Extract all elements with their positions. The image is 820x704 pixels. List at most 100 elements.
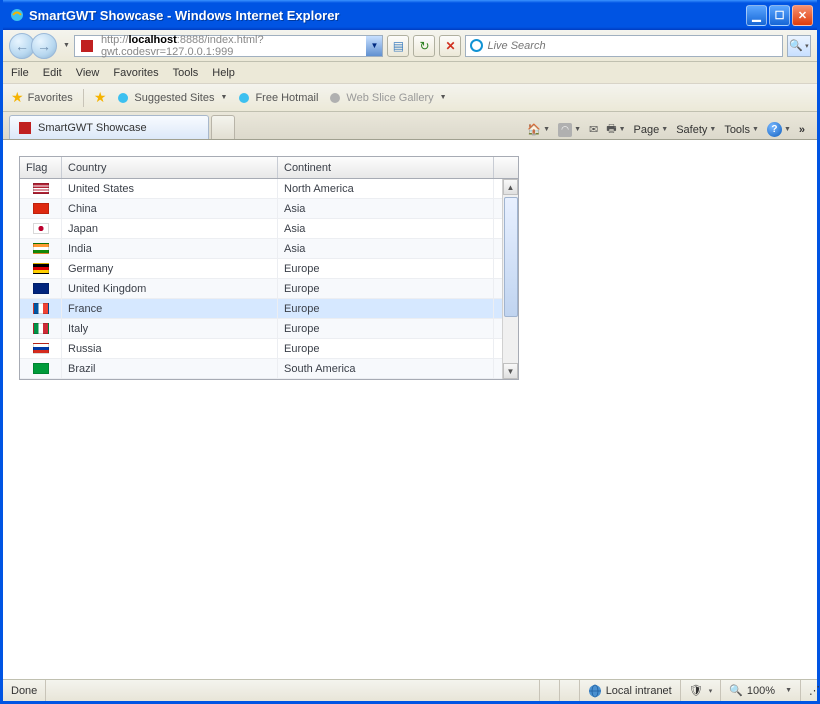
stop-button[interactable]: ✕: [439, 35, 461, 57]
flag-icon-gb: [33, 283, 49, 294]
tab-label: SmartGWT Showcase: [38, 122, 147, 134]
menu-tools[interactable]: Tools: [173, 67, 199, 79]
maximize-button[interactable]: ☐: [769, 5, 790, 26]
flag-icon-cn: [33, 203, 49, 214]
menu-file[interactable]: File: [11, 67, 29, 79]
nav-history-dropdown[interactable]: ▼: [63, 42, 70, 49]
flag-icon-br: [33, 363, 49, 374]
tab-strip: SmartGWT Showcase 🏠▼ ◠▼ ✉ 🖶▼ Page▼ Safet…: [3, 112, 817, 140]
help-icon: ?: [767, 122, 782, 137]
favorites-bar: ★Favorites ★ Suggested Sites▼ Free Hotma…: [3, 84, 817, 112]
tools-menu[interactable]: Tools▼: [724, 124, 759, 136]
rss-icon: ◠: [558, 123, 572, 137]
flag-cell: [20, 359, 62, 378]
continent-cell: Europe: [278, 279, 494, 298]
new-tab-button[interactable]: [211, 115, 235, 139]
flag-icon-ru: [33, 343, 49, 354]
search-go-button[interactable]: 🔍▾: [787, 35, 811, 57]
forward-button[interactable]: →: [31, 33, 57, 59]
grid-body: United StatesNorth AmericaChinaAsiaJapan…: [20, 179, 518, 379]
table-row[interactable]: United StatesNorth America: [20, 179, 518, 199]
favorites-button[interactable]: ★Favorites: [11, 89, 73, 106]
flag-cell: [20, 319, 62, 338]
country-cell: China: [62, 199, 278, 218]
country-cell: Japan: [62, 219, 278, 238]
read-mail-button[interactable]: ✉: [589, 123, 598, 136]
page-menu[interactable]: Page▼: [634, 124, 669, 136]
table-row[interactable]: GermanyEurope: [20, 259, 518, 279]
menu-view[interactable]: View: [76, 67, 100, 79]
shield-icon: 🛡: [689, 684, 703, 697]
scroll-up-button[interactable]: ▲: [503, 179, 518, 195]
tab-smartgwt-showcase[interactable]: SmartGWT Showcase: [9, 115, 209, 139]
continent-cell: Europe: [278, 339, 494, 358]
print-button[interactable]: 🖶▼: [606, 120, 625, 139]
zoom-control[interactable]: 🔍100%▼: [721, 680, 801, 701]
ie-page-icon: [116, 91, 130, 105]
column-header-continent[interactable]: Continent: [278, 157, 494, 178]
table-row[interactable]: RussiaEurope: [20, 339, 518, 359]
address-bar[interactable]: http://localhost:8888/index.html?gwt.cod…: [74, 35, 384, 57]
continent-cell: South America: [278, 359, 494, 378]
safety-menu[interactable]: Safety▼: [676, 124, 716, 136]
scroll-down-button[interactable]: ▼: [503, 363, 518, 379]
protected-mode[interactable]: 🛡▾: [681, 680, 721, 701]
refresh-button[interactable]: ↻: [413, 35, 435, 57]
country-cell: India: [62, 239, 278, 258]
scroll-thumb[interactable]: [504, 197, 518, 317]
close-button[interactable]: ✕: [792, 5, 813, 26]
flag-icon-jp: [33, 223, 49, 234]
flag-cell: [20, 179, 62, 198]
table-row[interactable]: United KingdomEurope: [20, 279, 518, 299]
flag-cell: [20, 299, 62, 318]
page-content: Flag Country Continent United StatesNort…: [3, 140, 817, 679]
address-input[interactable]: http://localhost:8888/index.html?gwt.cod…: [99, 34, 367, 58]
country-cell: Germany: [62, 259, 278, 278]
page-icon: [79, 38, 95, 54]
menu-help[interactable]: Help: [212, 67, 235, 79]
column-header-country[interactable]: Country: [62, 157, 278, 178]
menu-favorites[interactable]: Favorites: [113, 67, 158, 79]
help-button[interactable]: ?▼: [767, 122, 791, 137]
table-row[interactable]: JapanAsia: [20, 219, 518, 239]
search-box[interactable]: [465, 35, 783, 57]
table-row[interactable]: FranceEurope: [20, 299, 518, 319]
mail-icon: ✉: [589, 123, 598, 136]
search-input[interactable]: [487, 40, 778, 52]
continent-cell: Asia: [278, 199, 494, 218]
continent-cell: Asia: [278, 239, 494, 258]
ie-page-icon: [237, 91, 251, 105]
menu-edit[interactable]: Edit: [43, 67, 62, 79]
web-slice-gallery-link[interactable]: Web Slice Gallery▼: [328, 91, 446, 105]
table-row[interactable]: IndiaAsia: [20, 239, 518, 259]
home-button[interactable]: 🏠▼: [527, 123, 550, 136]
command-bar: 🏠▼ ◠▼ ✉ 🖶▼ Page▼ Safety▼ Tools▼ ?▼ »: [527, 120, 811, 139]
star-add-icon: ★: [94, 89, 107, 106]
scroll-track[interactable]: [503, 195, 518, 363]
table-row[interactable]: ChinaAsia: [20, 199, 518, 219]
security-zone[interactable]: Local intranet: [580, 680, 681, 701]
overflow-button[interactable]: »: [799, 124, 805, 136]
table-row[interactable]: ItalyEurope: [20, 319, 518, 339]
minimize-button[interactable]: ▁: [746, 5, 767, 26]
table-row[interactable]: BrazilSouth America: [20, 359, 518, 379]
country-cell: United States: [62, 179, 278, 198]
grid-scrollbar[interactable]: ▲ ▼: [502, 179, 518, 379]
flag-cell: [20, 339, 62, 358]
window-title: SmartGWT Showcase - Windows Internet Exp…: [29, 8, 746, 23]
menu-bar: File Edit View Favorites Tools Help: [3, 62, 817, 84]
country-cell: United Kingdom: [62, 279, 278, 298]
continent-cell: Europe: [278, 319, 494, 338]
country-cell: Brazil: [62, 359, 278, 378]
column-header-flag[interactable]: Flag: [20, 157, 62, 178]
compat-view-button[interactable]: ▤: [387, 35, 409, 57]
feeds-button[interactable]: ◠▼: [558, 123, 581, 137]
navigation-bar: ← → ▼ http://localhost:8888/index.html?g…: [3, 30, 817, 62]
resize-grip[interactable]: ⋰: [801, 680, 817, 701]
free-hotmail-link[interactable]: Free Hotmail: [237, 91, 318, 105]
address-dropdown[interactable]: ▼: [366, 36, 382, 56]
add-favorite-button[interactable]: ★: [94, 89, 107, 106]
country-cell: Italy: [62, 319, 278, 338]
suggested-sites-link[interactable]: Suggested Sites▼: [116, 91, 227, 105]
continent-cell: Europe: [278, 259, 494, 278]
